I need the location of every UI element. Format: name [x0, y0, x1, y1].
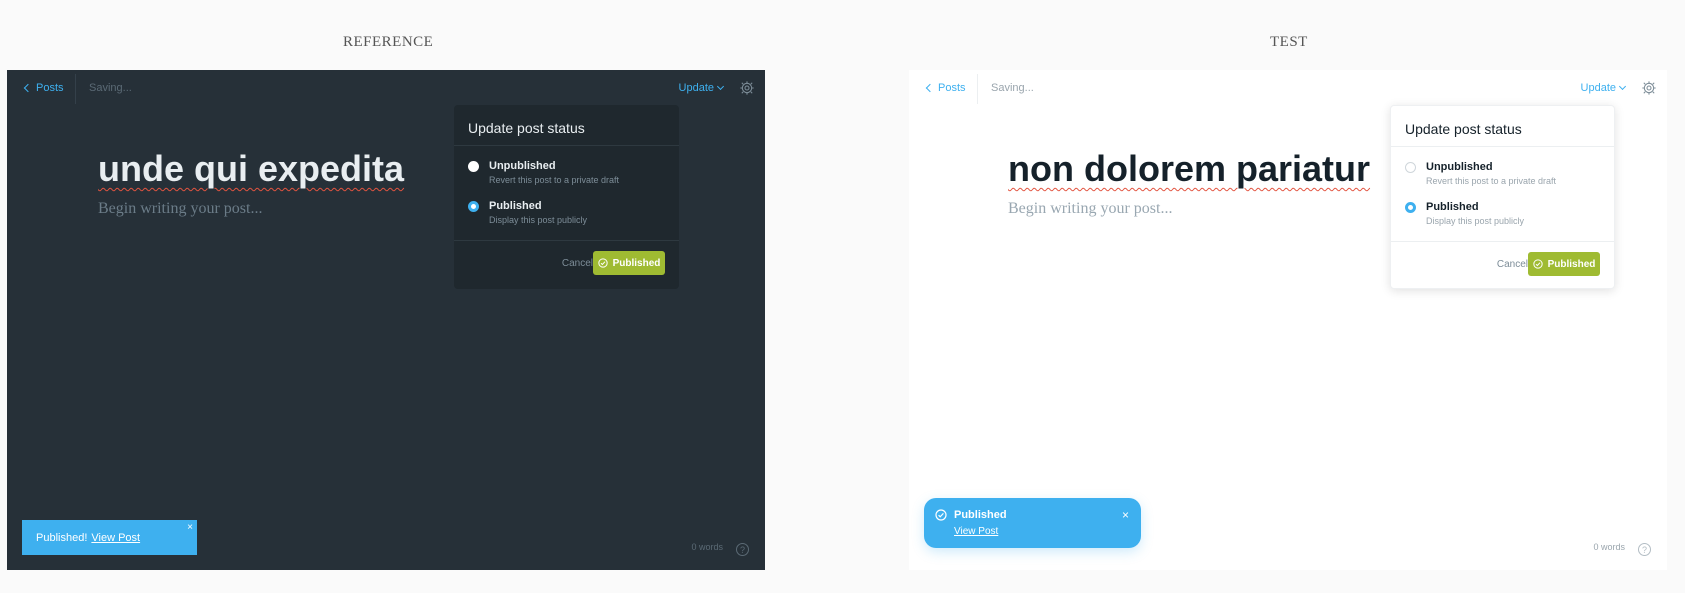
close-icon[interactable]: × — [187, 522, 193, 533]
option-label: Unpublished — [489, 160, 556, 172]
update-label: Update — [1580, 82, 1616, 94]
option-unpublished[interactable]: Unpublished Revert this post to a privat… — [468, 160, 619, 185]
help-icon[interactable]: ? — [736, 543, 749, 556]
test-editor: Posts Saving... Update non dolorem paria… — [909, 70, 1667, 570]
notification-text: Published! — [36, 531, 88, 544]
update-label: Update — [678, 82, 714, 94]
chevron-down-icon — [1618, 82, 1627, 91]
option-label: Unpublished — [1426, 161, 1493, 173]
published-notification: Published View Post × — [924, 498, 1141, 548]
view-post-link[interactable]: View Post — [91, 532, 140, 544]
saving-status: Saving... — [89, 82, 132, 94]
radio-published[interactable] — [468, 201, 479, 212]
update-dropdown-button[interactable]: Update — [1580, 82, 1627, 94]
option-description: Display this post publicly — [489, 215, 588, 225]
popup-divider — [1391, 146, 1614, 147]
post-title-text: unde qui expedita — [98, 148, 405, 189]
reference-label: REFERENCE — [343, 34, 434, 50]
topbar-divider — [75, 74, 76, 104]
popup-divider — [454, 145, 679, 146]
post-body-placeholder[interactable]: Begin writing your post... — [98, 200, 262, 218]
option-unpublished[interactable]: Unpublished Revert this post to a privat… — [1405, 161, 1556, 186]
view-post-link[interactable]: View Post — [954, 526, 998, 537]
popup-title: Update post status — [468, 120, 585, 136]
chevron-down-icon — [716, 82, 725, 91]
post-status-popup: Update post status Unpublished Revert th… — [1390, 105, 1615, 289]
word-count: 0 words — [1593, 542, 1625, 552]
topbar-divider — [977, 74, 978, 104]
published-button-label: Published — [1547, 258, 1596, 270]
published-button[interactable]: Published — [593, 251, 665, 275]
back-label: Posts — [36, 82, 64, 94]
popup-divider — [454, 240, 679, 241]
option-description: Revert this post to a private draft — [489, 175, 620, 185]
popup-title: Update post status — [1405, 121, 1522, 137]
published-button-label: Published — [612, 257, 661, 269]
check-circle-icon — [597, 258, 608, 268]
saving-status: Saving... — [991, 82, 1034, 94]
option-label: Published — [489, 200, 542, 212]
test-label: TEST — [1270, 34, 1308, 50]
back-to-posts-link[interactable]: Posts — [23, 82, 64, 94]
back-label: Posts — [938, 82, 966, 94]
post-title[interactable]: non dolorem pariatur — [1008, 148, 1370, 190]
chevron-left-icon — [925, 83, 935, 93]
gear-icon[interactable] — [1641, 80, 1657, 96]
notification-title: Published — [954, 509, 1007, 521]
published-button[interactable]: Published — [1528, 252, 1600, 276]
radio-published[interactable] — [1405, 202, 1416, 213]
post-title-text: non dolorem pariatur — [1008, 148, 1371, 189]
post-body-placeholder[interactable]: Begin writing your post... — [1008, 200, 1172, 218]
popup-divider — [1391, 241, 1614, 242]
editor-topbar: Posts Saving... Update — [909, 70, 1667, 108]
cancel-button[interactable]: Cancel — [1497, 259, 1528, 270]
help-icon[interactable]: ? — [1638, 543, 1651, 556]
radio-unpublished[interactable] — [468, 161, 479, 172]
option-description: Display this post publicly — [1426, 216, 1525, 226]
option-description: Revert this post to a private draft — [1426, 176, 1557, 186]
gear-icon[interactable] — [739, 80, 755, 96]
check-circle-icon — [935, 509, 947, 521]
radio-unpublished[interactable] — [1405, 162, 1416, 173]
option-label: Published — [1426, 201, 1479, 213]
check-circle-icon — [1532, 259, 1543, 269]
published-notification: Published! View Post × — [22, 520, 197, 555]
back-to-posts-link[interactable]: Posts — [925, 82, 966, 94]
option-published[interactable]: Published Display this post publicly — [468, 200, 587, 225]
chevron-left-icon — [23, 83, 33, 93]
editor-topbar: Posts Saving... Update — [7, 70, 765, 108]
option-published[interactable]: Published Display this post publicly — [1405, 201, 1524, 226]
close-icon[interactable]: × — [1122, 508, 1129, 522]
update-dropdown-button[interactable]: Update — [678, 82, 725, 94]
word-count: 0 words — [691, 542, 723, 552]
post-status-popup: Update post status Unpublished Revert th… — [454, 105, 679, 289]
cancel-button[interactable]: Cancel — [562, 258, 593, 269]
reference-editor: Posts Saving... Update unde qui expedita… — [7, 70, 765, 570]
post-title[interactable]: unde qui expedita — [98, 148, 404, 190]
